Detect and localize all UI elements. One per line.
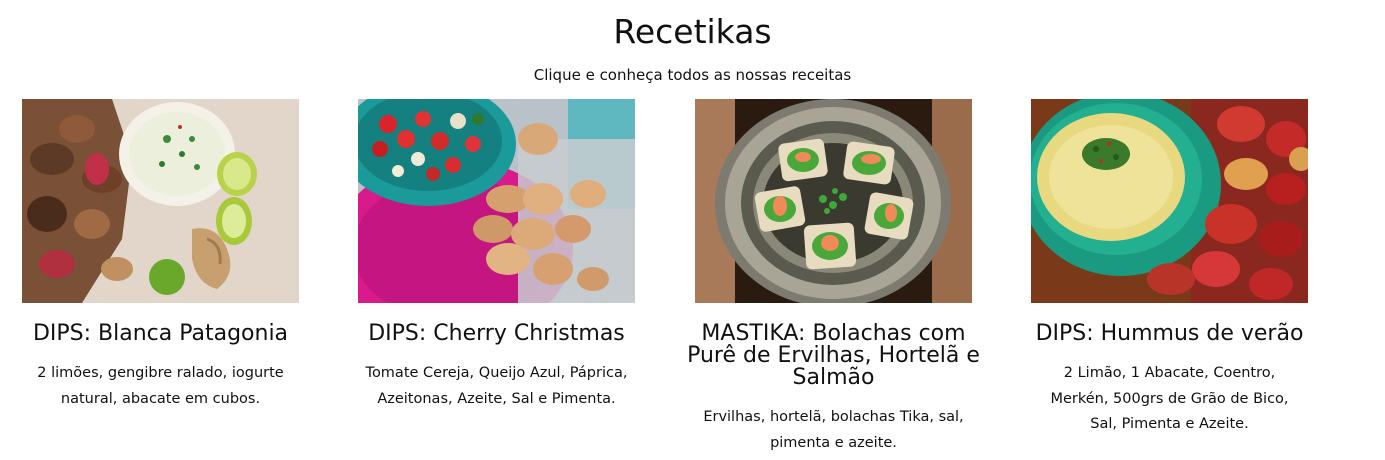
recipe-image-mastika[interactable] xyxy=(695,99,972,303)
recipe-image-hummus[interactable] xyxy=(1031,99,1308,303)
recipe-title[interactable]: DIPS: Blanca Patagonia xyxy=(10,323,311,345)
page-subtitle: Clique e conheça todos as nossas receita… xyxy=(533,66,852,84)
recipe-card-blanca-patagonia[interactable]: DIPS: Blanca Patagonia 2 limões, gengibr… xyxy=(22,99,299,412)
recipe-description: 2 Limão, 1 Abacate, Coentro, Merkén, 500… xyxy=(1050,365,1289,432)
recipe-title[interactable]: DIPS: Cherry Christmas xyxy=(346,323,647,345)
hummus-photo xyxy=(1031,99,1308,303)
recipe-card-mastika[interactable]: MASTIKA: Bolachas com Purê de Ervilhas, … xyxy=(687,99,980,456)
recipe-card-hummus[interactable]: DIPS: Hummus de verão 2 Limão, 1 Abacate… xyxy=(1031,99,1308,438)
mastika-plate-photo xyxy=(695,99,972,303)
recipe-title[interactable]: DIPS: Hummus de verão xyxy=(1019,323,1320,345)
cherry-christmas-photo xyxy=(358,99,635,303)
recipe-description: Ervilhas, hortelã, bolachas Tika, sal, p… xyxy=(703,409,964,451)
recipe-title[interactable]: MASTIKA: Bolachas com Purê de Ervilhas, … xyxy=(683,323,984,389)
dip-blanca-photo xyxy=(22,99,299,303)
recipe-card-cherry-christmas[interactable]: DIPS: Cherry Christmas Tomate Cereja, Qu… xyxy=(358,99,635,412)
recipe-image-blanca-patagonia[interactable] xyxy=(22,99,299,303)
page-title: Recetikas xyxy=(613,12,772,51)
recipe-image-cherry-christmas[interactable] xyxy=(358,99,635,303)
recipe-description: 2 limões, gengibre ralado, iogurte natur… xyxy=(37,365,284,407)
recipe-description: Tomate Cereja, Queijo Azul, Páprica, Aze… xyxy=(365,365,628,407)
